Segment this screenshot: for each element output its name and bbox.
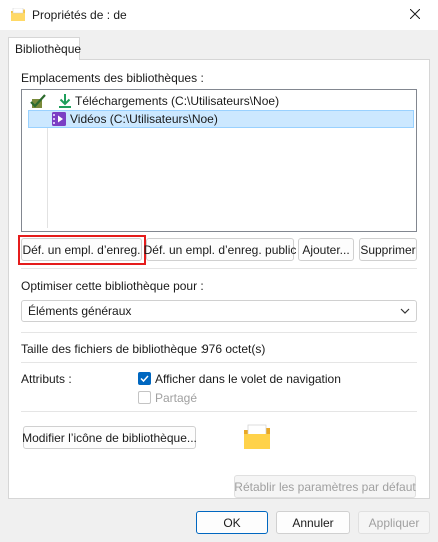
list-item[interactable]: Téléchargements (C:\Utilisateurs\Noe) [28, 92, 414, 110]
list-item[interactable]: Vidéos (C:\Utilisateurs\Noe) [28, 110, 414, 128]
close-button[interactable] [392, 0, 438, 30]
optimize-select[interactable]: Éléments généraux [21, 300, 417, 322]
tree-guide-line [47, 118, 48, 228]
separator [21, 268, 417, 269]
attributes-label: Attributs : [21, 372, 72, 386]
set-save-location-button[interactable]: Déf. un empl. d’enreg. [21, 238, 142, 261]
title-bar: Propriétés de : de [0, 0, 438, 30]
list-item-label: Vidéos (C:\Utilisateurs\Noe) [70, 112, 218, 126]
shared-label: Partagé [155, 391, 198, 405]
set-public-save-location-button[interactable]: Déf. un empl. d’enreg. public [144, 238, 296, 261]
close-icon [409, 8, 421, 22]
locations-list[interactable]: Téléchargements (C:\Utilisateurs\Noe) Vi… [21, 89, 417, 232]
separator [21, 332, 417, 333]
tab-bibliotheque[interactable]: Bibliothèque [8, 37, 82, 60]
ok-button[interactable]: OK [196, 511, 268, 534]
show-in-nav-checkbox[interactable] [138, 372, 151, 385]
size-label: Taille des fichiers de bibliothèque : [21, 342, 204, 356]
size-value: 976 octet(s) [202, 342, 266, 356]
restore-defaults-button[interactable]: Rétablir les paramètres par défaut [234, 475, 416, 498]
optimize-label: Optimiser cette bibliothèque pour : [21, 279, 204, 293]
chevron-down-icon [400, 305, 410, 319]
separator [21, 411, 417, 412]
remove-location-button[interactable]: Supprimer [359, 238, 417, 261]
library-folder-icon [10, 7, 26, 22]
window-title: Propriétés de : de [32, 8, 127, 22]
video-folder-icon [51, 111, 67, 130]
show-in-nav-label: Afficher dans le volet de navigation [155, 372, 341, 386]
shared-checkbox[interactable] [138, 391, 151, 404]
locations-label: Emplacements des bibliothèques : [21, 71, 204, 85]
apply-button[interactable]: Appliquer [358, 511, 430, 534]
list-item-label: Téléchargements (C:\Utilisateurs\Noe) [75, 94, 280, 108]
optimize-selected-value: Éléments généraux [28, 304, 132, 318]
separator [21, 362, 417, 363]
library-folder-icon [243, 424, 271, 453]
add-location-button[interactable]: Ajouter... [298, 238, 354, 261]
cancel-button[interactable]: Annuler [276, 511, 350, 534]
change-library-icon-button[interactable]: Modifier l’icône de bibliothèque... [22, 426, 197, 449]
tab-label: Bibliothèque [15, 42, 82, 56]
